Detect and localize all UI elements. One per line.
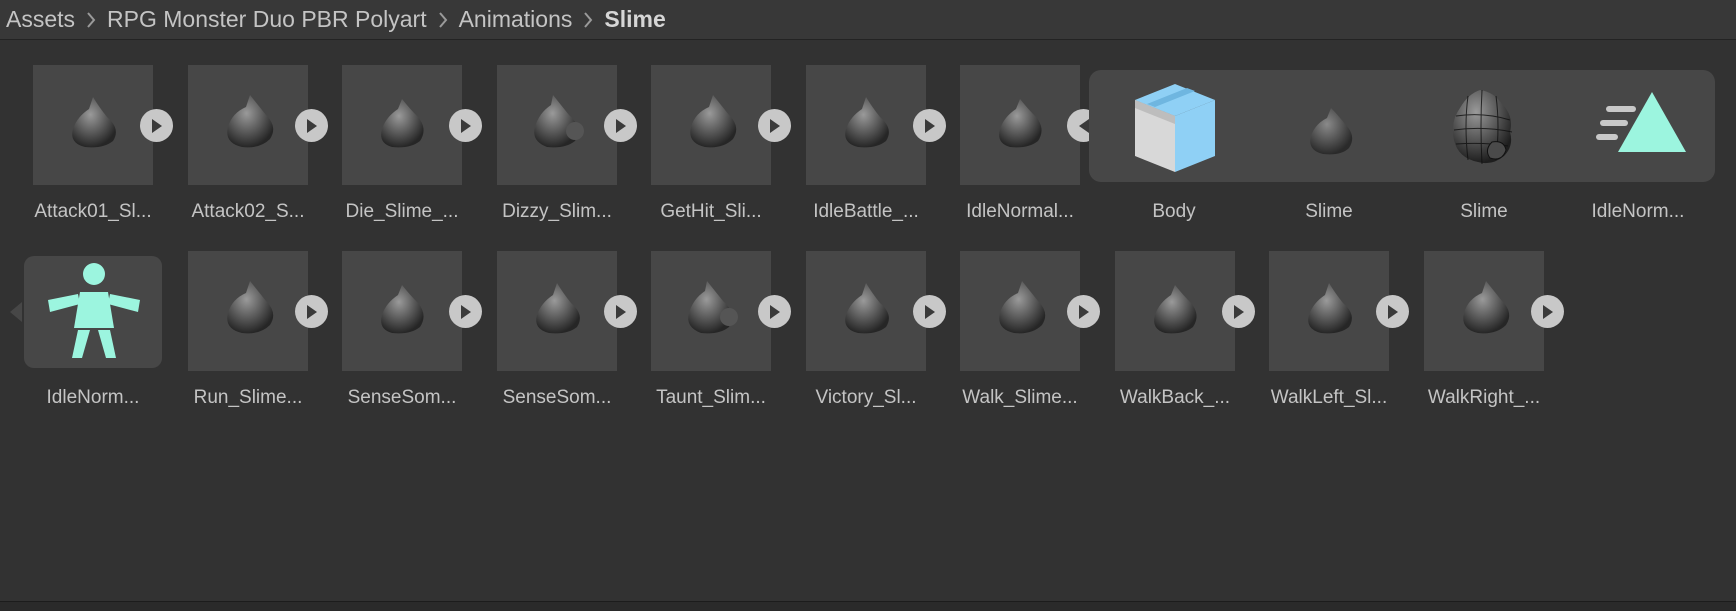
- asset-label: WalkBack_...: [1119, 387, 1231, 408]
- breadcrumb-assets[interactable]: Assets: [6, 6, 75, 33]
- chevron-right-icon: [572, 11, 604, 29]
- asset-label: Attack01_Sl...: [34, 201, 152, 222]
- animation-clip-tile[interactable]: [960, 65, 1080, 185]
- animation-clip-tile[interactable]: [33, 65, 153, 185]
- slime-preview-icon: [845, 283, 889, 334]
- asset-label: GetHit_Sli...: [660, 201, 762, 222]
- animation-clip-tile[interactable]: [497, 251, 617, 371]
- expand-sub-assets-button[interactable]: [604, 295, 637, 328]
- asset-label: WalkLeft_Sl...: [1270, 387, 1388, 408]
- asset-label: Run_Slime...: [193, 387, 303, 408]
- asset-label: IdleNormal...: [966, 201, 1074, 222]
- expand-sub-assets-button[interactable]: [758, 109, 791, 142]
- asset-label: SenseSom...: [347, 387, 457, 408]
- expand-sub-assets-button[interactable]: [913, 295, 946, 328]
- asset-label: IdleNorm...: [1591, 201, 1685, 222]
- slime-preview-icon: [1154, 285, 1197, 334]
- breadcrumb-slime[interactable]: Slime: [604, 6, 665, 33]
- asset-label: SenseSom...: [502, 387, 612, 408]
- breadcrumb-animations[interactable]: Animations: [459, 6, 573, 33]
- chevron-right-icon: [75, 11, 107, 29]
- expand-sub-assets-button[interactable]: [604, 109, 637, 142]
- animation-clip-tile[interactable]: [342, 251, 462, 371]
- breadcrumb-rpg-monster-duo[interactable]: RPG Monster Duo PBR Polyart: [107, 6, 427, 33]
- asset-label: IdleNorm...: [46, 387, 140, 408]
- expand-sub-assets-button[interactable]: [1531, 295, 1564, 328]
- asset-label: Slime: [1305, 201, 1353, 222]
- slime-preview-icon: [72, 97, 116, 148]
- animation-clip-tile[interactable]: [188, 251, 308, 371]
- asset-label: Taunt_Slim...: [656, 387, 766, 408]
- animation-clip-tile[interactable]: [651, 65, 771, 185]
- expand-sub-assets-button[interactable]: [913, 109, 946, 142]
- asset-label: WalkRight_...: [1427, 387, 1541, 408]
- chevron-right-icon: [427, 11, 459, 29]
- slime-preview-icon: [1463, 281, 1510, 334]
- asset-label: Body: [1152, 201, 1196, 222]
- expand-sub-assets-button[interactable]: [1376, 295, 1409, 328]
- slime-preview-icon: [381, 285, 424, 334]
- avatar-asset[interactable]: [24, 256, 162, 368]
- expand-sub-assets-button[interactable]: [758, 295, 791, 328]
- slime-preview-icon: [227, 95, 274, 148]
- animation-clip-tile[interactable]: [1115, 251, 1235, 371]
- asset-label: Walk_Slime...: [962, 387, 1078, 408]
- slime-preview-icon: [845, 97, 889, 148]
- slime-preview-icon: [999, 99, 1042, 148]
- expand-sub-assets-button[interactable]: [295, 109, 328, 142]
- asset-label: Slime: [1460, 201, 1508, 222]
- expanded-sub-assets-panel: [1089, 70, 1715, 182]
- asset-label: IdleBattle_...: [813, 201, 919, 222]
- animation-clip-tile[interactable]: [1269, 251, 1389, 371]
- avatar-humanoid-icon: [42, 260, 146, 369]
- expand-sub-assets-button[interactable]: [449, 295, 482, 328]
- asset-label: Die_Slime_...: [345, 201, 459, 222]
- breadcrumb: Assets RPG Monster Duo PBR Polyart Anima…: [0, 0, 1736, 40]
- asset-label: Dizzy_Slim...: [502, 201, 612, 222]
- asset-label: Victory_Sl...: [815, 387, 917, 408]
- animation-clip-tile[interactable]: [1424, 251, 1544, 371]
- expand-sub-assets-button[interactable]: [1222, 295, 1255, 328]
- animation-clip-tile[interactable]: [342, 65, 462, 185]
- animation-clip-tile[interactable]: [497, 65, 617, 185]
- slime-preview-icon: [688, 281, 738, 334]
- expand-sub-assets-button[interactable]: [295, 295, 328, 328]
- animation-clip-tile[interactable]: [651, 251, 771, 371]
- slime-wireframe-icon[interactable]: [1444, 86, 1524, 175]
- slime-preview-icon: [536, 283, 580, 334]
- animation-clip-icon[interactable]: [1594, 86, 1690, 171]
- expand-sub-assets-button[interactable]: [1067, 295, 1100, 328]
- slime-preview-icon: [534, 95, 584, 148]
- animation-clip-tile[interactable]: [188, 65, 308, 185]
- slime-preview-icon: [227, 281, 274, 334]
- slime-preview-icon: [690, 95, 737, 148]
- collapse-arrow-icon[interactable]: [10, 302, 22, 327]
- slime-preview-icon: [1308, 283, 1352, 334]
- animation-clip-tile[interactable]: [806, 65, 926, 185]
- animation-clip-tile[interactable]: [960, 251, 1080, 371]
- animation-clip-tile[interactable]: [806, 251, 926, 371]
- slime-preview-icon: [999, 281, 1046, 334]
- asset-label: Attack02_S...: [191, 201, 305, 222]
- slime-preview-icon: [381, 99, 424, 148]
- expand-sub-assets-button[interactable]: [140, 109, 173, 142]
- package-icon[interactable]: [1125, 76, 1225, 181]
- slime-mesh-icon[interactable]: [1301, 100, 1361, 165]
- expand-sub-assets-button[interactable]: [449, 109, 482, 142]
